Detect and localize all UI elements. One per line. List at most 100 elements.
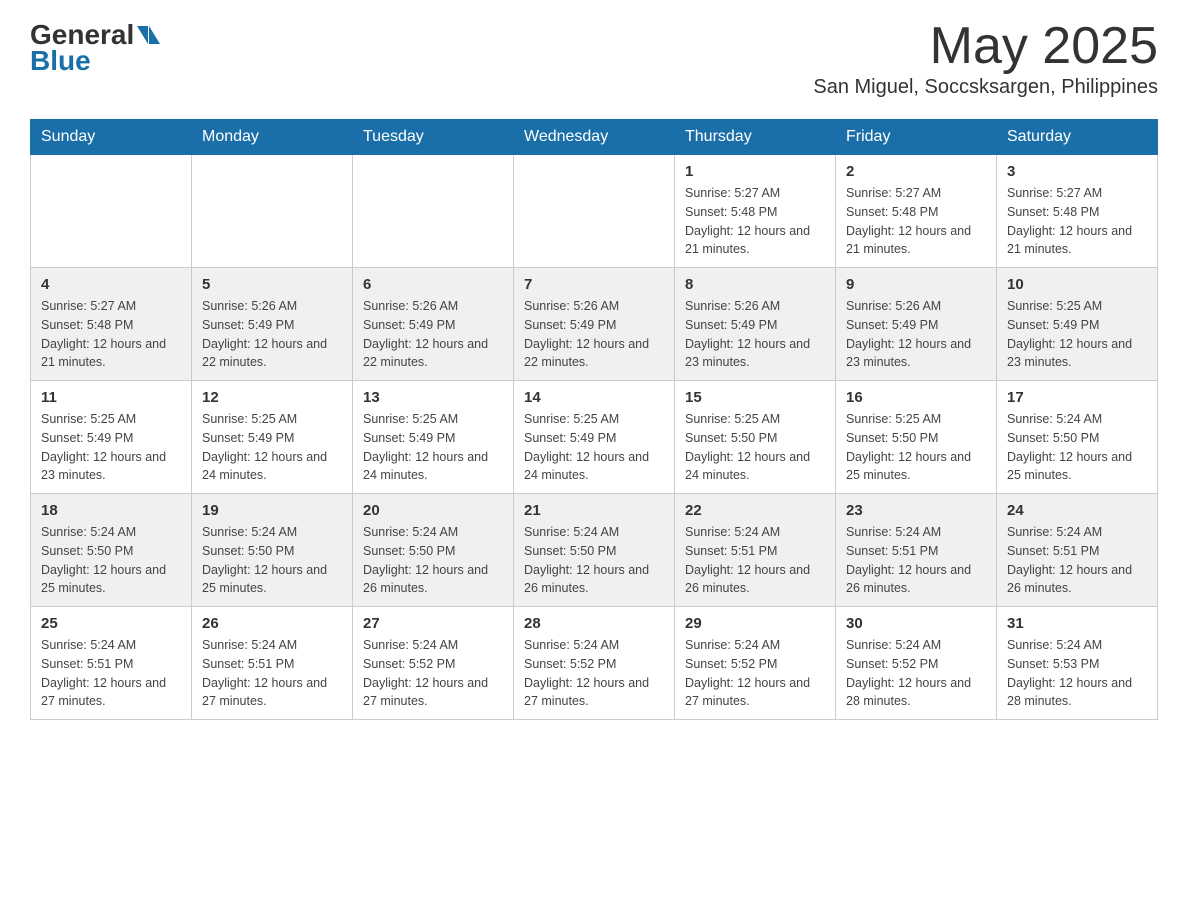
calendar-row: 18 Sunrise: 5:24 AMSunset: 5:50 PMDayligh… xyxy=(31,494,1158,607)
day-info: Sunrise: 5:25 AMSunset: 5:50 PMDaylight:… xyxy=(685,412,810,482)
calendar-cell: 27 Sunrise: 5:24 AMSunset: 5:52 PMDayligh… xyxy=(353,607,514,720)
column-header-saturday: Saturday xyxy=(997,120,1158,155)
day-number: 22 xyxy=(685,502,825,519)
calendar-cell: 24 Sunrise: 5:24 AMSunset: 5:51 PMDayligh… xyxy=(997,494,1158,607)
logo: General Blue xyxy=(30,20,160,77)
column-header-tuesday: Tuesday xyxy=(353,120,514,155)
calendar-cell xyxy=(192,155,353,268)
calendar-cell: 8 Sunrise: 5:26 AMSunset: 5:49 PMDaylight… xyxy=(675,268,836,381)
day-number: 10 xyxy=(1007,276,1147,293)
day-info: Sunrise: 5:25 AMSunset: 5:49 PMDaylight:… xyxy=(41,412,166,482)
day-number: 16 xyxy=(846,389,986,406)
calendar-cell: 17Sunrise: 5:24 AMSunset: 5:50 PMDayligh… xyxy=(997,381,1158,494)
day-number: 21 xyxy=(524,502,664,519)
day-number: 1 xyxy=(685,163,825,180)
day-info: Sunrise: 5:25 AMSunset: 5:50 PMDaylight:… xyxy=(846,412,971,482)
column-header-wednesday: Wednesday xyxy=(514,120,675,155)
calendar-cell: 4Sunrise: 5:27 AMSunset: 5:48 PMDaylight… xyxy=(31,268,192,381)
day-number: 27 xyxy=(363,615,503,632)
day-info: Sunrise: 5:24 AMSunset: 5:50 PMDaylight:… xyxy=(363,525,488,595)
day-info: Sunrise: 5:24 AMSunset: 5:50 PMDaylight:… xyxy=(41,525,166,595)
location: San Miguel, Soccsksargen, Philippines xyxy=(813,76,1158,99)
day-info: Sunrise: 5:27 AMSunset: 5:48 PMDaylight:… xyxy=(685,186,810,256)
day-info: Sunrise: 5:25 AMSunset: 5:49 PMDaylight:… xyxy=(524,412,649,482)
column-header-monday: Monday xyxy=(192,120,353,155)
column-header-friday: Friday xyxy=(836,120,997,155)
day-number: 30 xyxy=(846,615,986,632)
day-number: 5 xyxy=(202,276,342,293)
calendar-cell: 7Sunrise: 5:26 AMSunset: 5:49 PMDaylight… xyxy=(514,268,675,381)
day-info: Sunrise: 5:25 AMSunset: 5:49 PMDaylight:… xyxy=(363,412,488,482)
calendar-cell: 28Sunrise: 5:24 AMSunset: 5:52 PMDayligh… xyxy=(514,607,675,720)
calendar-cell: 22 Sunrise: 5:24 AMSunset: 5:51 PMDayligh… xyxy=(675,494,836,607)
calendar-row: 1 Sunrise: 5:27 AMSunset: 5:48 PMDaylight… xyxy=(31,155,1158,268)
calendar-cell: 1 Sunrise: 5:27 AMSunset: 5:48 PMDaylight… xyxy=(675,155,836,268)
calendar-cell: 3Sunrise: 5:27 AMSunset: 5:48 PMDaylight… xyxy=(997,155,1158,268)
day-info: Sunrise: 5:24 AMSunset: 5:50 PMDaylight:… xyxy=(202,525,327,595)
day-info: Sunrise: 5:26 AMSunset: 5:49 PMDaylight:… xyxy=(363,299,488,369)
column-header-thursday: Thursday xyxy=(675,120,836,155)
day-number: 28 xyxy=(524,615,664,632)
day-info: Sunrise: 5:24 AMSunset: 5:52 PMDaylight:… xyxy=(685,638,810,708)
month-title: May 2025 xyxy=(813,20,1158,72)
day-info: Sunrise: 5:26 AMSunset: 5:49 PMDaylight:… xyxy=(524,299,649,369)
day-info: Sunrise: 5:24 AMSunset: 5:51 PMDaylight:… xyxy=(41,638,166,708)
day-number: 26 xyxy=(202,615,342,632)
day-number: 2 xyxy=(846,163,986,180)
day-number: 29 xyxy=(685,615,825,632)
day-number: 18 xyxy=(41,502,181,519)
day-info: Sunrise: 5:24 AMSunset: 5:51 PMDaylight:… xyxy=(846,525,971,595)
day-number: 23 xyxy=(846,502,986,519)
day-number: 20 xyxy=(363,502,503,519)
day-info: Sunrise: 5:26 AMSunset: 5:49 PMDaylight:… xyxy=(685,299,810,369)
day-info: Sunrise: 5:24 AMSunset: 5:51 PMDaylight:… xyxy=(685,525,810,595)
calendar-cell: 5Sunrise: 5:26 AMSunset: 5:49 PMDaylight… xyxy=(192,268,353,381)
day-number: 6 xyxy=(363,276,503,293)
day-number: 8 xyxy=(685,276,825,293)
day-number: 9 xyxy=(846,276,986,293)
day-number: 11 xyxy=(41,389,181,406)
day-info: Sunrise: 5:24 AMSunset: 5:50 PMDaylight:… xyxy=(524,525,649,595)
calendar-row: 4Sunrise: 5:27 AMSunset: 5:48 PMDaylight… xyxy=(31,268,1158,381)
day-number: 3 xyxy=(1007,163,1147,180)
calendar-cell: 20 Sunrise: 5:24 AMSunset: 5:50 PMDayligh… xyxy=(353,494,514,607)
day-info: Sunrise: 5:27 AMSunset: 5:48 PMDaylight:… xyxy=(846,186,971,256)
calendar-cell: 6 Sunrise: 5:26 AMSunset: 5:49 PMDaylight… xyxy=(353,268,514,381)
calendar-cell: 25 Sunrise: 5:24 AMSunset: 5:51 PMDayligh… xyxy=(31,607,192,720)
calendar-cell: 26 Sunrise: 5:24 AMSunset: 5:51 PMDayligh… xyxy=(192,607,353,720)
calendar-cell: 16 Sunrise: 5:25 AMSunset: 5:50 PMDayligh… xyxy=(836,381,997,494)
calendar-cell: 18 Sunrise: 5:24 AMSunset: 5:50 PMDayligh… xyxy=(31,494,192,607)
day-number: 25 xyxy=(41,615,181,632)
calendar-table: SundayMondayTuesdayWednesdayThursdayFrid… xyxy=(30,119,1158,720)
calendar-cell xyxy=(514,155,675,268)
day-info: Sunrise: 5:24 AMSunset: 5:52 PMDaylight:… xyxy=(846,638,971,708)
calendar-cell xyxy=(31,155,192,268)
calendar-cell: 23 Sunrise: 5:24 AMSunset: 5:51 PMDayligh… xyxy=(836,494,997,607)
day-number: 12 xyxy=(202,389,342,406)
calendar-cell: 21 Sunrise: 5:24 AMSunset: 5:50 PMDayligh… xyxy=(514,494,675,607)
day-number: 15 xyxy=(685,389,825,406)
calendar-cell: 10 Sunrise: 5:25 AMSunset: 5:49 PMDayligh… xyxy=(997,268,1158,381)
day-info: Sunrise: 5:25 AMSunset: 5:49 PMDaylight:… xyxy=(202,412,327,482)
header-row: SundayMondayTuesdayWednesdayThursdayFrid… xyxy=(31,120,1158,155)
day-number: 24 xyxy=(1007,502,1147,519)
calendar-row: 25 Sunrise: 5:24 AMSunset: 5:51 PMDayligh… xyxy=(31,607,1158,720)
calendar-cell xyxy=(353,155,514,268)
calendar-cell: 15 Sunrise: 5:25 AMSunset: 5:50 PMDayligh… xyxy=(675,381,836,494)
day-info: Sunrise: 5:24 AMSunset: 5:52 PMDaylight:… xyxy=(363,638,488,708)
day-info: Sunrise: 5:24 AMSunset: 5:51 PMDaylight:… xyxy=(1007,525,1132,595)
day-info: Sunrise: 5:26 AMSunset: 5:49 PMDaylight:… xyxy=(846,299,971,369)
calendar-cell: 13 Sunrise: 5:25 AMSunset: 5:49 PMDayligh… xyxy=(353,381,514,494)
day-info: Sunrise: 5:24 AMSunset: 5:51 PMDaylight:… xyxy=(202,638,327,708)
calendar-cell: 14Sunrise: 5:25 AMSunset: 5:49 PMDayligh… xyxy=(514,381,675,494)
day-number: 13 xyxy=(363,389,503,406)
page-header: General Blue May 2025 San Miguel, Soccsk… xyxy=(30,20,1158,99)
column-header-sunday: Sunday xyxy=(31,120,192,155)
calendar-cell: 29 Sunrise: 5:24 AMSunset: 5:52 PMDayligh… xyxy=(675,607,836,720)
calendar-cell: 31Sunrise: 5:24 AMSunset: 5:53 PMDayligh… xyxy=(997,607,1158,720)
day-number: 17 xyxy=(1007,389,1147,406)
calendar-cell: 11 Sunrise: 5:25 AMSunset: 5:49 PMDayligh… xyxy=(31,381,192,494)
calendar-cell: 2 Sunrise: 5:27 AMSunset: 5:48 PMDaylight… xyxy=(836,155,997,268)
title-section: May 2025 San Miguel, Soccsksargen, Phili… xyxy=(813,20,1158,99)
day-info: Sunrise: 5:25 AMSunset: 5:49 PMDaylight:… xyxy=(1007,299,1132,369)
